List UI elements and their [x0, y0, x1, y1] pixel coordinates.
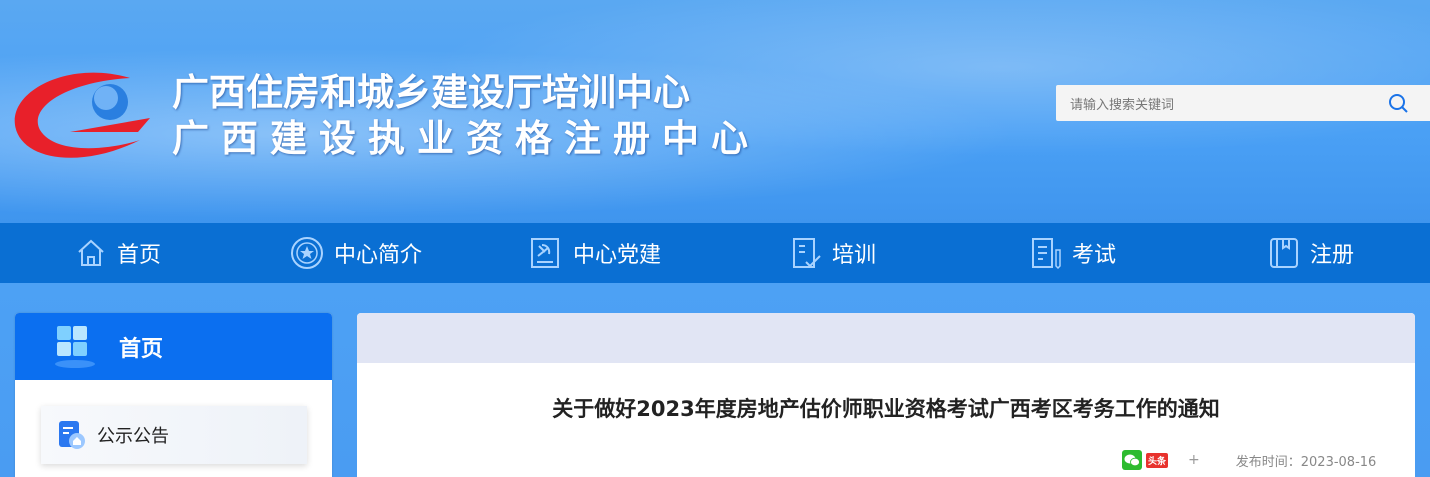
home-icon [78, 239, 104, 266]
nav-label-about: 中心简介 [334, 243, 423, 268]
article-panel-bar [357, 313, 1415, 363]
more-share-button[interactable]: + [1188, 452, 1200, 468]
cubes-icon [55, 325, 95, 368]
site-title-line1: 广西住房和城乡建设厅培训中心 [172, 71, 690, 114]
party-emblem-icon [531, 238, 559, 268]
nav-label-training: 培训 [832, 243, 877, 268]
announcement-icon [59, 421, 85, 449]
sidebar-item-announcements[interactable]: 公示公告 [41, 406, 307, 464]
nav-item-party[interactable]: 中心党建 [529, 223, 661, 283]
sidebar-item-label: 公示公告 [97, 426, 169, 447]
site-title-line2: 广西建设执业资格注册中心 [172, 117, 760, 160]
search-box [1056, 85, 1430, 121]
nav-item-exam[interactable]: 考试 [1030, 223, 1116, 283]
sidebar-heading: 首页 [119, 336, 164, 362]
wechat-share-icon[interactable] [1122, 450, 1142, 470]
search-input[interactable] [1068, 93, 1372, 115]
article-panel: 关于做好2023年度房地产估价师职业资格考试广西考区考务工作的通知 头条 + 发… [357, 313, 1415, 477]
article-meta: 头条 + 发布时间：2023-08-16 [1122, 450, 1376, 470]
nav-label-exam: 考试 [1072, 243, 1117, 268]
nav-label-home: 首页 [117, 243, 162, 268]
search-icon[interactable] [1388, 93, 1408, 113]
exam-paper-icon [1032, 238, 1061, 270]
nav-label-register: 注册 [1310, 243, 1355, 268]
site-logo [14, 72, 150, 158]
sidebar-header: 首页 [15, 313, 332, 380]
star-circle-icon [291, 237, 323, 269]
main-nav: 首页 中心简介 中心党建 培训 考试 注册 [0, 223, 1430, 283]
nav-label-party: 中心党建 [573, 243, 662, 268]
sidebar: 首页 公示公告 [15, 313, 332, 477]
toutiao-share-button[interactable]: 头条 [1146, 452, 1169, 468]
notebook-icon [1270, 238, 1298, 268]
nav-item-training[interactable]: 培训 [790, 223, 876, 283]
nav-item-register[interactable]: 注册 [1268, 223, 1354, 283]
site-header: 广西住房和城乡建设厅培训中心 广西建设执业资格注册中心 [0, 0, 1430, 223]
article-title: 关于做好2023年度房地产估价师职业资格考试广西考区考务工作的通知 [552, 397, 1220, 421]
publish-time: 发布时间：2023-08-16 [1235, 454, 1377, 470]
nav-item-home[interactable]: 首页 [75, 223, 161, 283]
site-title: 广西住房和城乡建设厅培训中心 广西建设执业资格注册中心 [172, 70, 760, 162]
nav-item-about[interactable]: 中心简介 [290, 223, 422, 283]
clipboard-check-icon [793, 238, 821, 268]
